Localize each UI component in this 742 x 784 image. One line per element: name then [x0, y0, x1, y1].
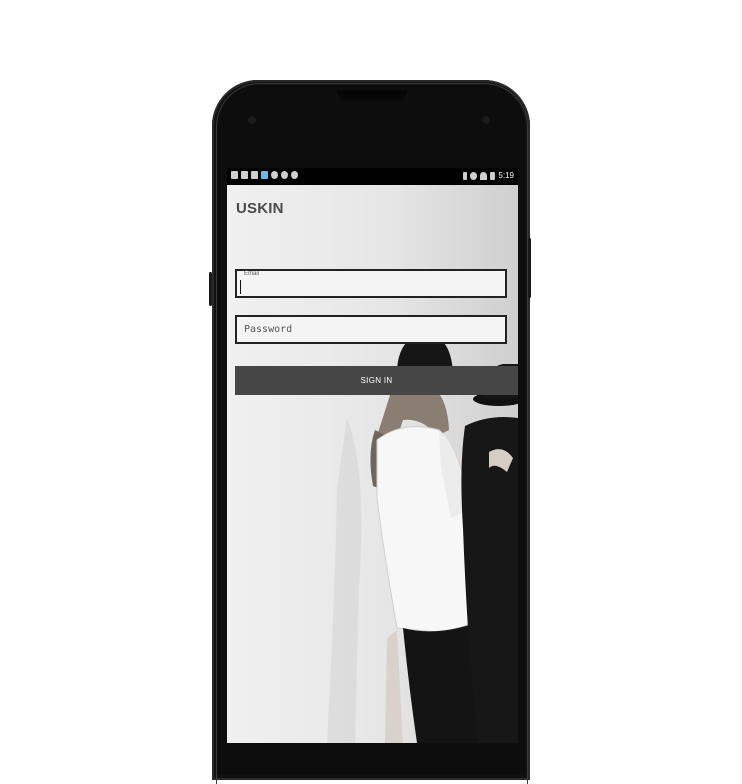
phone-screen: 5:19 USKIN Email SIGN IN: [227, 168, 518, 743]
email-field[interactable]: Email: [235, 269, 507, 298]
app-icon: [291, 171, 298, 179]
power-button[interactable]: [209, 272, 212, 306]
phone-icon: [251, 171, 258, 179]
email-input[interactable]: [237, 271, 505, 296]
app-icon: [281, 171, 288, 179]
sign-in-button[interactable]: SIGN IN: [235, 366, 518, 395]
app-title: USKIN: [236, 200, 284, 217]
photo-icon: [231, 171, 238, 179]
app-icon: [261, 171, 268, 179]
status-time: 5:19: [498, 171, 514, 180]
bluetooth-icon: [463, 171, 468, 180]
volume-button[interactable]: [528, 238, 531, 298]
front-camera-icon: [248, 116, 256, 124]
app-icon: [271, 171, 278, 179]
notification-icons: [231, 171, 298, 179]
status-bar: 5:19: [227, 168, 518, 185]
wifi-icon: [480, 171, 488, 180]
earpiece-speaker: [337, 90, 407, 100]
app-icon: [241, 171, 248, 179]
battery-icon: [490, 171, 496, 180]
sensor-icon: [482, 116, 490, 124]
email-label: Email: [244, 271, 260, 277]
text-cursor: [240, 280, 241, 294]
password-input[interactable]: [237, 317, 505, 342]
system-icons: 5:19: [463, 171, 514, 180]
password-field[interactable]: [235, 315, 507, 344]
do-not-disturb-icon: [470, 171, 478, 180]
background-photo: [227, 168, 518, 743]
